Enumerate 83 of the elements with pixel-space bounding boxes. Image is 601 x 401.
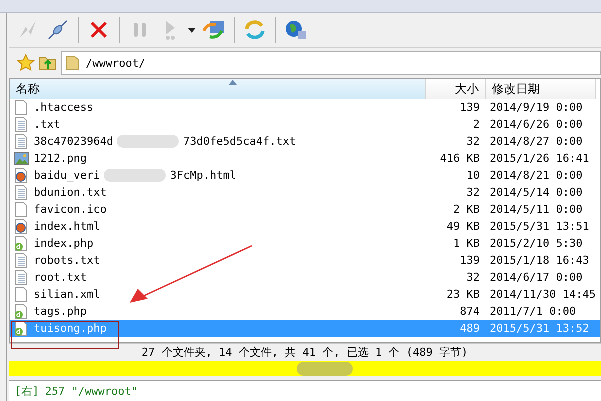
file-name: .htaccess [34,101,94,114]
address-field[interactable]: /wwwroot/ [61,51,601,75]
file-date: 2015/5/31 13:52 [489,322,590,335]
web-file-icon [14,218,30,234]
file-row[interactable]: bdunion.txt 32 2014/5/14 0:00 [10,184,600,201]
file-date: 2014/6/26 0:00 [489,118,584,131]
script-file-icon [14,236,30,252]
file-row[interactable]: robots.txt 139 2015/1/18 16:43 [10,252,600,269]
file-name: bdunion.txt [34,186,107,199]
file-name: tags.php [34,305,87,318]
file-row[interactable]: root.txt 32 2014/6/17 0:00 [10,269,600,286]
file-row[interactable]: silian.xml 23 KB 2014/11/30 14:45 [10,286,600,303]
file-name: tuisong.php [34,322,107,335]
column-header[interactable]: 修改日期 [486,79,596,99]
blurred-area [297,362,353,376]
log-source: [右] [15,384,40,398]
file-size: 489 [459,322,481,335]
file-name: .txt [34,118,60,131]
file-name: favicon.ico [34,203,107,216]
file-date: 2014/8/21 0:00 [489,169,584,182]
log-message: 257 "/wwwroot" [45,384,138,398]
file-row[interactable]: tags.php 874 2011/7/1 0:00 [10,303,600,320]
file-date: 2014/9/19 0:00 [489,101,584,114]
file-size: 874 [459,305,481,318]
file-name: 38c47023964d [34,135,114,148]
file-name: 3FcMp.html [170,169,236,182]
file-date: 2011/7/1 0:00 [489,305,578,318]
file-date: 2014/8/27 0:00 [489,135,584,148]
file-row[interactable]: 1212.png 416 KB 2015/1/26 16:41 [10,150,600,167]
file-size: 139 [459,254,481,267]
text-file-icon [14,270,30,286]
file-icon [14,202,30,218]
file-size: 416 KB [439,152,481,165]
column-header[interactable]: 大小 [426,79,486,99]
file-row[interactable]: index.php 1 KB 2015/2/10 5:30 [10,235,600,252]
file-row[interactable]: 38c47023964d 73d0fe5d5ca4f.txt 32 2014/8/27 0:00 [10,133,600,150]
file-size: 10 [466,169,481,182]
blurred-area [104,169,166,182]
file-size: 32 [466,186,481,199]
file-size: 139 [459,101,481,114]
star-icon[interactable] [17,54,35,72]
web-file-icon [14,168,30,184]
file-name: robots.txt [34,254,100,267]
status-text: 27 个文件夹, 14 个文件, 共 41 个, 已选 1 个 (489 字节) [9,343,601,361]
file-name: 1212.png [34,152,87,165]
file-date: 2014/6/17 0:00 [489,271,584,284]
file-row[interactable]: .txt 2 2014/6/26 0:00 [10,116,600,133]
file-size: 32 [466,271,481,284]
file-name: baidu_veri [34,169,100,182]
file-date: 2014/11/30 14:45 [489,288,597,301]
sort-arrow-icon [229,80,237,85]
blurred-area [117,135,180,148]
file-size: 23 KB [446,288,481,301]
script-file-icon [14,304,30,320]
file-date: 2015/1/18 16:43 [489,254,590,267]
file-size: 1 KB [452,237,481,250]
text-file-icon [14,134,30,150]
file-row[interactable]: index.html 49 KB 2015/5/31 13:51 [10,218,600,235]
file-size: 32 [466,135,481,148]
text-file-icon [14,184,30,200]
file-size: 49 KB [446,220,481,233]
file-size: 2 [472,118,481,131]
file-row[interactable]: favicon.ico 2 KB 2014/5/11 0:00 [10,201,600,218]
file-size: 2 KB [452,203,481,216]
folder-icon [66,55,80,71]
script-file-icon [14,320,30,336]
file-date: 2015/5/31 13:51 [489,220,590,233]
file-name: index.html [34,220,100,233]
file-name: root.txt [34,271,87,284]
file-name: silian.xml [34,288,100,301]
file-row[interactable]: .htaccess 139 2014/9/19 0:00 [10,99,600,116]
text-file-icon [14,252,30,268]
file-row[interactable]: baidu_veri 3FcMp.html 10 2014/8/21 0:00 [10,167,600,184]
column-header[interactable]: 名称 [10,79,426,99]
text-file-icon [14,116,30,132]
file-date: 2014/5/11 0:00 [489,203,584,216]
file-icon [14,286,30,302]
file-date: 2014/5/14 0:00 [489,186,584,199]
file-name: 73d0fe5d5ca4f.txt [183,135,296,148]
file-date: 2015/2/10 5:30 [489,237,584,250]
image-file-icon [14,150,30,166]
file-date: 2015/1/26 16:41 [489,152,590,165]
file-name: index.php [34,237,94,250]
